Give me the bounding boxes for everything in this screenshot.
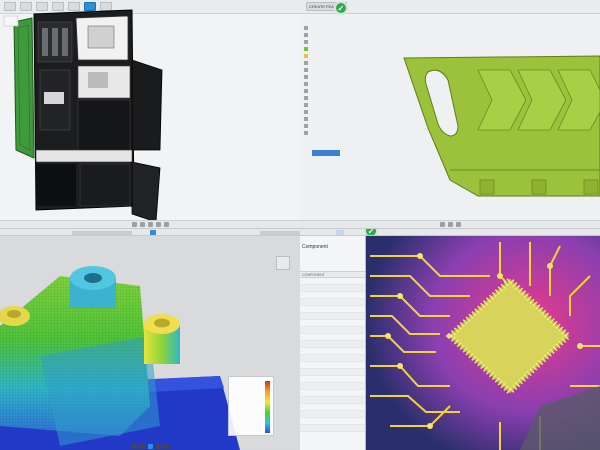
table-row[interactable] [300,320,365,327]
table-row[interactable] [300,285,365,292]
table-row[interactable] [300,355,365,362]
column-header[interactable]: COMPONENT [302,273,336,277]
step-back-icon[interactable] [139,443,145,449]
info-line [302,256,363,262]
step-forward-icon[interactable] [155,443,161,449]
table-row[interactable] [300,425,365,432]
table-row[interactable] [300,376,365,383]
table-body [300,278,365,432]
orbit-icon[interactable] [131,222,137,227]
table-row[interactable] [300,334,365,341]
fit-icon[interactable] [155,222,161,227]
display-icon[interactable] [163,222,169,227]
pan-icon[interactable] [447,222,453,227]
cabinet-model [3,9,163,223]
table-row[interactable] [300,313,365,320]
zoom-icon[interactable] [147,222,153,227]
table-row[interactable] [300,390,365,397]
table-row[interactable] [300,418,365,425]
table-row[interactable] [300,327,365,334]
table-row[interactable] [300,341,365,348]
table-row[interactable] [300,383,365,390]
rewind-icon[interactable] [131,443,137,449]
simulation-viewport[interactable] [0,236,300,450]
table-row[interactable] [300,292,365,299]
fast-forward-icon[interactable] [163,443,169,449]
table-row[interactable] [300,348,365,355]
table-row[interactable] [300,362,365,369]
play-icon[interactable] [147,443,153,449]
view-cube[interactable] [276,256,290,270]
playback-bar [0,442,300,450]
cabinet-door-left [13,17,35,159]
table-row[interactable] [300,397,365,404]
table-row[interactable] [300,404,365,411]
part-model [403,55,600,197]
pan-icon[interactable] [139,222,145,227]
navigation-bar [0,220,300,228]
cabinet-door-right [131,59,163,151]
result-legend [228,376,274,436]
table-row[interactable] [300,299,365,306]
table-row[interactable] [300,411,365,418]
cad-viewport-cabinet[interactable] [0,0,300,228]
table-row[interactable] [300,369,365,376]
table-header-info: Component [300,236,365,272]
zoom-icon[interactable] [455,222,461,227]
orbit-icon[interactable] [439,222,445,227]
timeline-toolbar: ✓ [0,228,600,236]
navigation-bar [300,220,600,228]
table-row[interactable] [300,306,365,313]
cad-viewport-part[interactable]: CREATE FEATURE ✓ [300,0,600,228]
table-row[interactable] [300,278,365,285]
legend-color-bar [265,381,270,433]
pcb-viewport[interactable]: Component COMPONENT [300,236,600,450]
component-table-panel: Component COMPONENT [300,236,366,450]
